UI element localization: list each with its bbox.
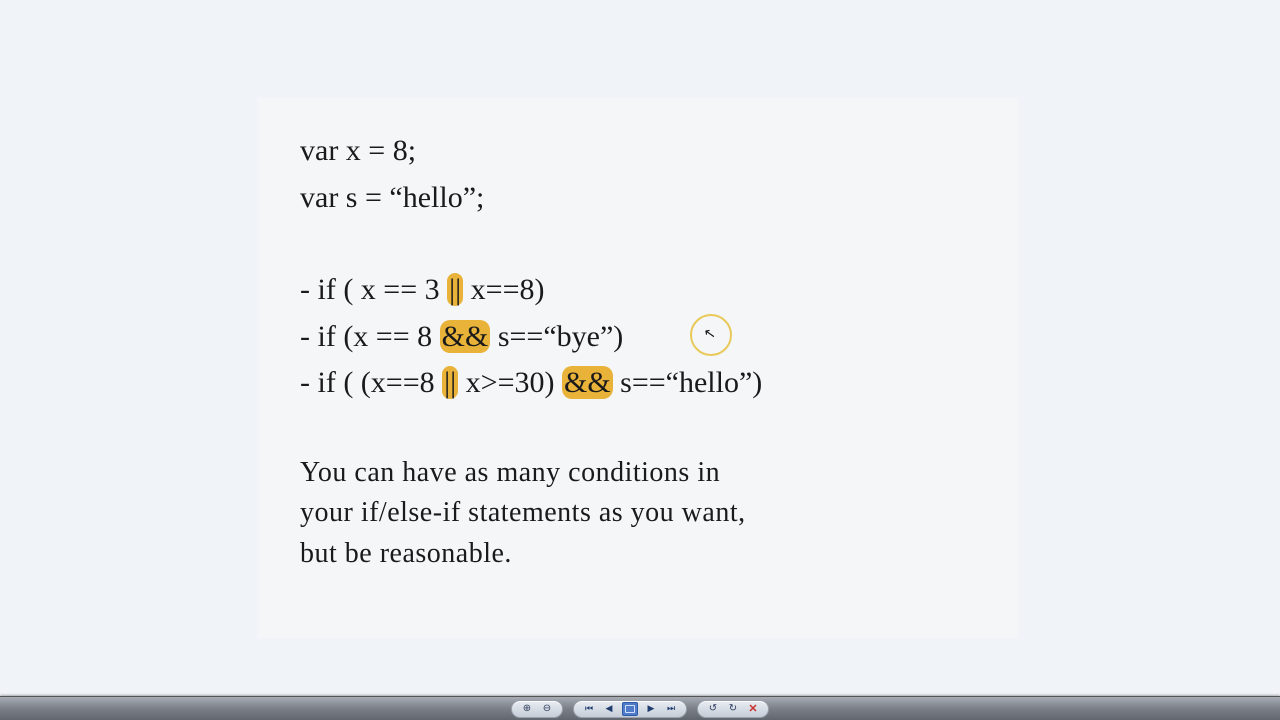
zoom-pod: ⊕ ⊖ (511, 700, 563, 718)
prev-slide-button[interactable]: ◀ (602, 702, 616, 716)
slide-content: var x = 8; var s = “hello”; - if ( x == … (258, 98, 1018, 638)
text-pre: - if (x == 8 (300, 320, 440, 353)
text-pre: - if ( (x==8 (300, 366, 442, 399)
text-post: s==“hello”) (613, 366, 763, 399)
paragraph-line-2: your if/else-if statements as you want, (300, 493, 976, 534)
last-slide-button[interactable]: ⏭ (664, 702, 678, 716)
bullet-line-2: - if (x == 8 && s==“bye”) (300, 314, 976, 361)
tools-pod: ↺ ↻ ✕ (697, 700, 769, 718)
current-slide-indicator[interactable] (622, 702, 638, 716)
redo-button[interactable]: ↻ (726, 702, 740, 716)
nav-pod: ⏮ ◀ ▶ ⏭ (573, 700, 687, 718)
paragraph-note: You can have as many conditions in your … (300, 453, 976, 575)
highlight-or-2: || (442, 366, 458, 399)
next-slide-button[interactable]: ▶ (644, 702, 658, 716)
code-line-2: var s = “hello”; (300, 175, 976, 222)
close-button[interactable]: ✕ (746, 702, 760, 716)
text-pre: - if ( x == 3 (300, 273, 447, 306)
presentation-taskbar: ⊕ ⊖ ⏮ ◀ ▶ ⏭ ↺ ↻ ✕ (0, 696, 1280, 720)
first-slide-button[interactable]: ⏮ (582, 702, 596, 716)
text-post: x==8) (463, 273, 544, 306)
paragraph-line-1: You can have as many conditions in (300, 453, 976, 494)
text-post: s==“bye”) (490, 320, 623, 353)
highlight-and-2: && (562, 366, 613, 399)
text-mid: x>=30) (458, 366, 562, 399)
highlight-and-1: && (440, 320, 491, 353)
zoom-in-button[interactable]: ⊕ (520, 702, 534, 716)
code-line-1: var x = 8; (300, 128, 976, 175)
undo-button[interactable]: ↺ (706, 702, 720, 716)
zoom-out-button[interactable]: ⊖ (540, 702, 554, 716)
highlight-or-1: || (447, 273, 463, 306)
bullet-line-1: - if ( x == 3 || x==8) (300, 267, 976, 314)
paragraph-line-3: but be reasonable. (300, 534, 976, 575)
bullet-line-3: - if ( (x==8 || x>=30) && s==“hello”) (300, 360, 976, 407)
